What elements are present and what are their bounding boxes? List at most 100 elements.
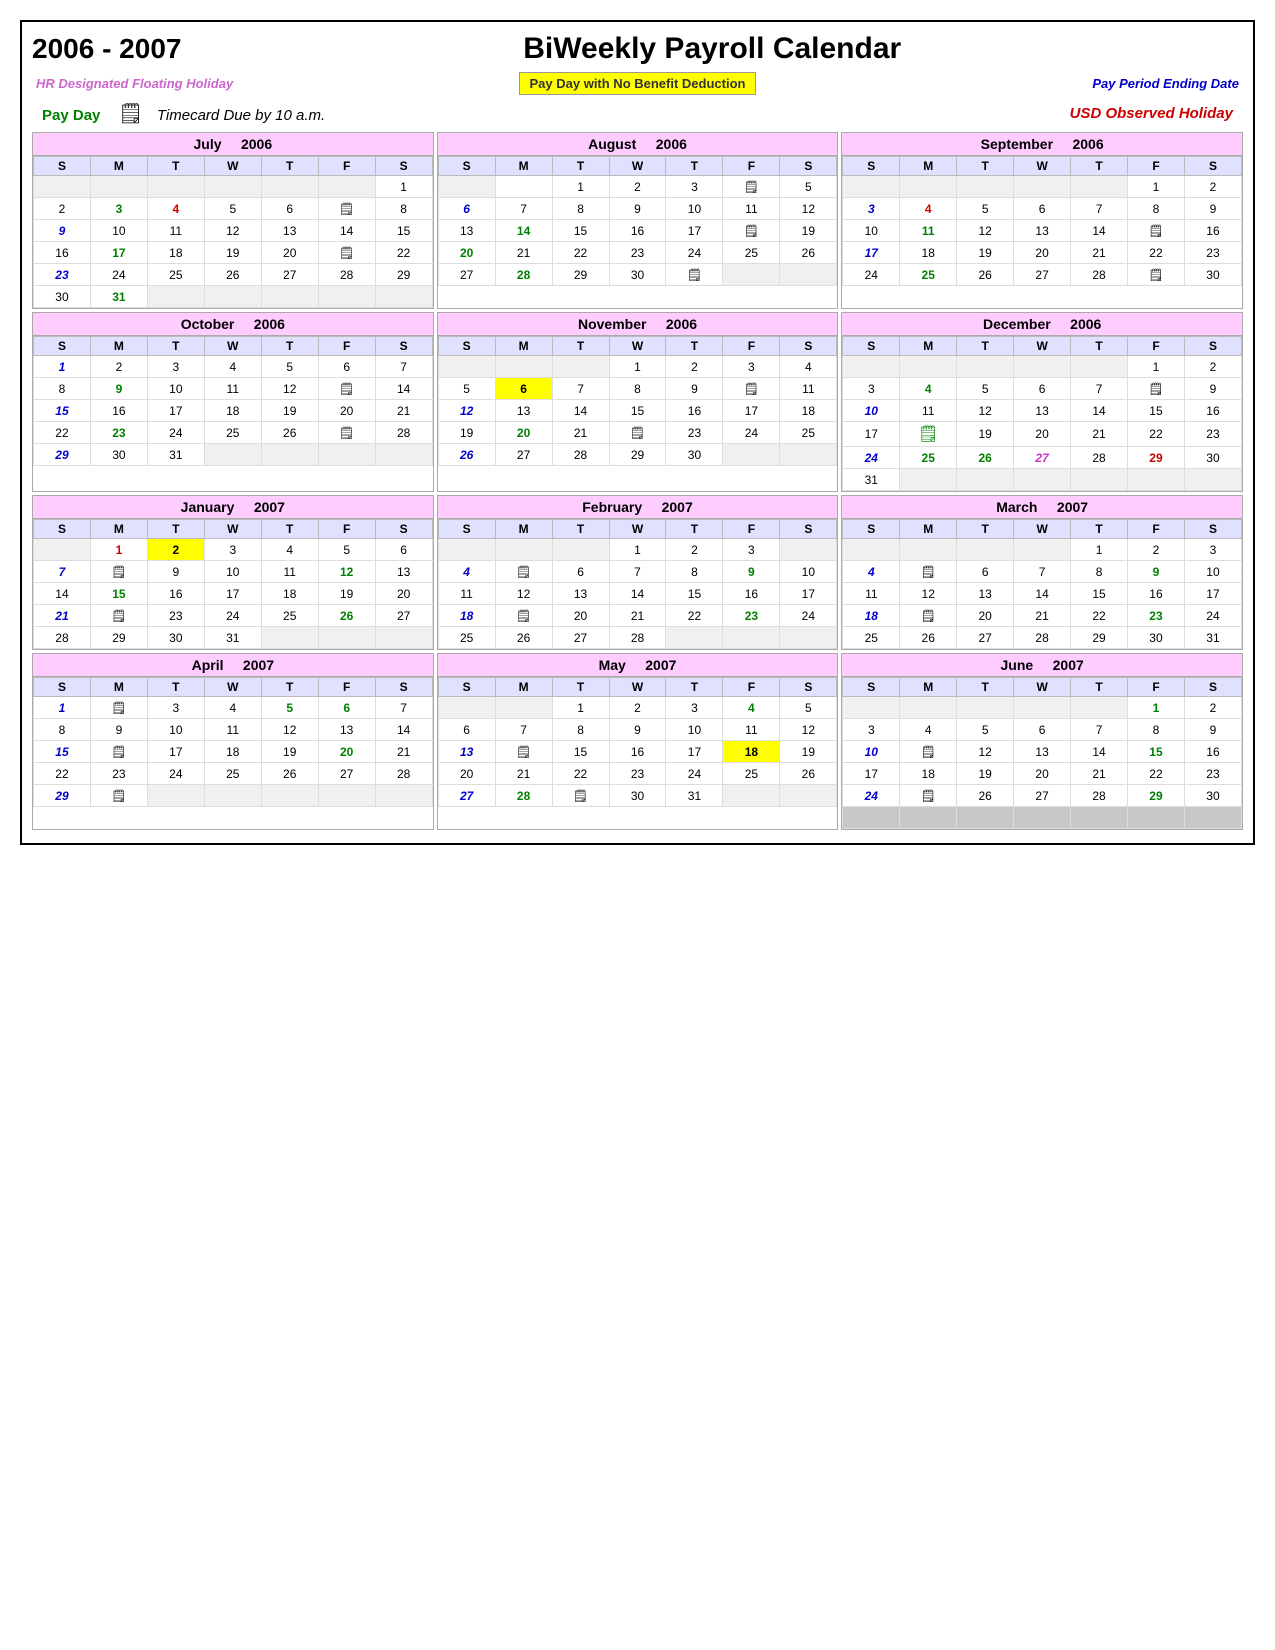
day-cell-payday: 17: [90, 242, 147, 264]
aug-2006-table: SMTWTFS 1 2 3 🗒 5 6 7 8 9 10 11: [438, 156, 838, 286]
table-row: 1 2 3 4 5 6: [34, 539, 433, 561]
third-row-calendars: January 2007 SMTWTFS 1 2 3 4 5 6 7 🗒: [32, 495, 1243, 650]
table-row: 24 25 26 27 28 🗒 30: [843, 264, 1242, 286]
jan-2007-table: SMTWTFS 1 2 3 4 5 6 7 🗒 9 10 11: [33, 519, 433, 649]
day-cell-icon: 🗒: [318, 378, 375, 400]
day-cell: 18: [147, 242, 204, 264]
calendar-jan-2007: January 2007 SMTWTFS 1 2 3 4 5 6 7 🗒: [32, 495, 434, 650]
dec-2006-table: SMTWTFS 1 2 3 4 5 6 7 🗒: [842, 336, 1242, 491]
oct-2006-table: SMTWTFS 1 2 3 4 5 6 7 8 9 10 11 12: [33, 336, 433, 466]
day-cell: 26: [204, 264, 261, 286]
calendar-dec-2006: December 2006 SMTWTFS 1 2 3 4: [841, 312, 1243, 492]
may-2007-title: May 2007: [438, 654, 838, 677]
table-row: 1 2 3 4 5: [438, 697, 837, 719]
day-cell: 25: [147, 264, 204, 286]
table-row: 22 23 24 25 26 🗒 28: [34, 422, 433, 444]
day-cell: 11: [147, 220, 204, 242]
table-row: 1 🗒 3 4 5 6 7: [34, 697, 433, 719]
table-row: 1 2 3: [843, 539, 1242, 561]
day-cell-icon: 🗒: [1128, 220, 1185, 242]
table-row: 25 26 27 28: [438, 627, 837, 649]
table-row: 1 2 3 4 5 6 7: [34, 356, 433, 378]
table-row: 19 20 21 🗒 23 24 25: [438, 422, 837, 444]
day-cell: 22: [375, 242, 432, 264]
table-row: 23 24 25 26 27 28 29: [34, 264, 433, 286]
calendar-august-2006: August 2006 SMTWTFS 1 2 3 🗒 5 6 7: [437, 132, 839, 309]
calendar-nov-2006: November 2006 SMTWTFS 1 2 3 4 5 6: [437, 312, 839, 492]
first-row-calendars: July 2006 S M T W T F S: [32, 132, 1243, 309]
day-cell-icon: 🗒: [1128, 378, 1185, 400]
day-cell: 6: [261, 198, 318, 220]
table-row: 11 12 13 14 15 16 17: [438, 583, 837, 605]
day-cell-icon: 🗒: [666, 264, 723, 286]
calendar-july-2006: July 2006 S M T W T F S: [32, 132, 434, 309]
table-row: 1 2: [843, 697, 1242, 719]
table-row: 13 🗒 15 16 17 18 19: [438, 741, 837, 763]
period-ending-legend: Pay Period Ending Date: [1019, 76, 1239, 91]
day-cell: 20: [261, 242, 318, 264]
day-cell-icon: 🗒: [495, 561, 552, 583]
day-cell-icon: 🗒: [723, 176, 780, 198]
table-row: 16 17 18 19 20 🗒 22: [34, 242, 433, 264]
day-cell-icon: 🗒: [552, 785, 609, 807]
day-cell-icon: 🗒: [495, 741, 552, 763]
july-2006-table: S M T W T F S 1 2: [33, 156, 433, 308]
table-row: 26 27 28 29 30: [438, 444, 837, 466]
table-row: 12 13 14 15 16 17 18: [438, 400, 837, 422]
calendar-feb-2007: February 2007 SMTWTFS 1 2 3 4 🗒: [437, 495, 839, 650]
table-row: 9 10 11 12 13 14 15: [34, 220, 433, 242]
day-cell: [261, 176, 318, 198]
day-cell: 13: [261, 220, 318, 242]
col-sat: S: [375, 157, 432, 176]
calendar-sep-2006: September 2006 SMTWTFS 1 2 3 4: [841, 132, 1243, 309]
table-row: 10 11 12 13 14 15 16: [843, 400, 1242, 422]
col-thu: T: [261, 157, 318, 176]
table-row: 17 18 19 20 21 22 23: [843, 242, 1242, 264]
day-cell: [34, 176, 91, 198]
day-cell-period-end: 9: [34, 220, 91, 242]
day-cell-icon: 🗒: [90, 785, 147, 807]
table-row: 3 4 5 6 7 8 9: [843, 198, 1242, 220]
table-row: 1 2: [843, 176, 1242, 198]
may-2007-table: SMTWTFS 1 2 3 4 5 6 7 8 9 10 11: [438, 677, 838, 807]
mar-2007-table: SMTWTFS 1 2 3 4 🗒 6 7 8 9: [842, 519, 1242, 649]
day-cell: 2: [34, 198, 91, 220]
table-row: 15 16 17 18 19 20 21: [34, 400, 433, 422]
second-row-calendars: October 2006 SMTWTFS 1 2 3 4 5 6 7 8 9: [32, 312, 1243, 492]
table-row: 24 🗒 26 27 28 29 30: [843, 785, 1242, 807]
day-cell: [204, 286, 261, 308]
day-cell-icon: 🗒: [90, 605, 147, 627]
day-cell: 27: [261, 264, 318, 286]
legend-row: HR Designated Floating Holiday Pay Day w…: [32, 72, 1243, 95]
feb-2007-table: SMTWTFS 1 2 3 4 🗒 6 7 8 9: [438, 519, 838, 649]
sep-2006-table: SMTWTFS 1 2 3 4 5 6 7 8: [842, 156, 1242, 286]
calendar-may-2007: May 2007 SMTWTFS 1 2 3 4 5 6 7 8: [437, 653, 839, 830]
table-row: 17 18 19 20 21 22 23: [843, 763, 1242, 785]
main-header: 2006 - 2007 BiWeekly Payroll Calendar: [32, 32, 1243, 66]
table-row: 21 🗒 23 24 25 26 27: [34, 605, 433, 627]
sep-2006-title: September 2006: [842, 133, 1242, 156]
day-cell-icon: 🗒: [318, 422, 375, 444]
day-cell: 24: [90, 264, 147, 286]
day-cell: 12: [204, 220, 261, 242]
day-cell: 5: [204, 198, 261, 220]
table-row: 3 4 5 6 7 🗒 9: [843, 378, 1242, 400]
payday-no-benefit-legend: Pay Day with No Benefit Deduction: [519, 72, 757, 95]
day-cell: 19: [204, 242, 261, 264]
table-row: 5 6 7 8 9 🗒 11: [438, 378, 837, 400]
table-row: 13 14 15 16 17 🗒 19: [438, 220, 837, 242]
col-wed: W: [204, 157, 261, 176]
day-cell-period-end: 23: [34, 264, 91, 286]
table-row: 1: [34, 176, 433, 198]
apr-2007-title: April 2007: [33, 654, 433, 677]
table-row: 20 21 22 23 24 25 26: [438, 242, 837, 264]
usd-holiday-label: USD Observed Holiday: [1070, 105, 1233, 122]
table-row: 4 🗒 6 7 8 9 10: [843, 561, 1242, 583]
day-cell-icon: 🗒: [900, 785, 957, 807]
day-cell-icon: 🗒: [900, 422, 957, 447]
oct-2006-title: October 2006: [33, 313, 433, 336]
table-row: 28 29 30 31: [34, 627, 433, 649]
table-row: 1 2 3 4: [438, 356, 837, 378]
table-row: 11 12 13 14 15 16 17: [843, 583, 1242, 605]
table-row: 29 🗒: [34, 785, 433, 807]
